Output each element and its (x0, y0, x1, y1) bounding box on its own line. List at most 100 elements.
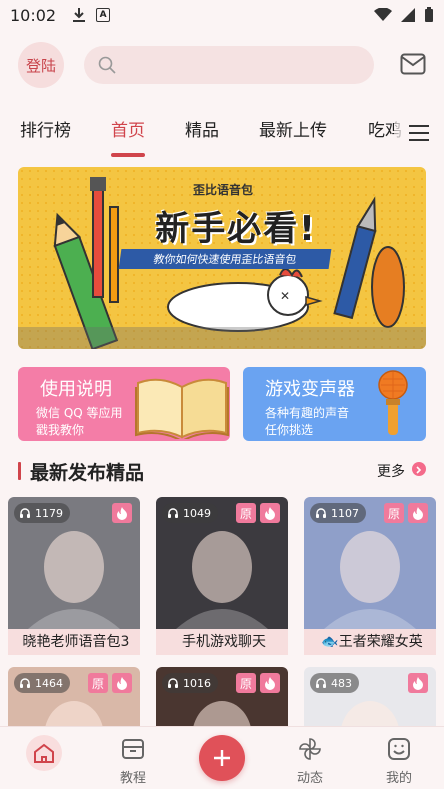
usage-guide-title: 使用说明 (40, 379, 112, 400)
nav-tutorial-label: 教程 (119, 771, 146, 786)
play-count: 1016 (183, 676, 211, 690)
hot-badge (112, 503, 132, 523)
nav-profile[interactable]: 我的 (364, 727, 434, 789)
nav-home[interactable] (9, 727, 79, 789)
smiley-icon (388, 738, 410, 760)
voice-changer-desc-line: 各种有趣的声音 (265, 406, 350, 420)
voice-pack-card[interactable]: 1107 原 🐟王者荣耀女英 (304, 497, 436, 655)
nav-feed-label: 动态 (296, 771, 323, 786)
voice-pack-thumbnail: 1049 原 (156, 497, 288, 629)
headphones-icon (316, 678, 326, 688)
hot-badge (260, 673, 280, 693)
download-icon (73, 8, 86, 22)
usage-guide-desc: 微信 QQ 等应用 戳我教你 (36, 405, 123, 439)
search-bar[interactable] (84, 46, 374, 84)
mail-icon[interactable] (400, 53, 426, 75)
play-count-badge: 1179 (14, 503, 70, 523)
login-button[interactable]: 登陆 (18, 42, 64, 88)
headphones-icon (316, 508, 326, 518)
flame-icon (413, 507, 423, 520)
nav-profile-label: 我的 (385, 771, 412, 786)
voice-pack-title: 手机游戏聊天 (156, 629, 288, 655)
play-count-badge: 1049 (162, 503, 218, 523)
section-accent-bar (18, 462, 21, 480)
category-tabs: 排行榜 首页 精品 最新上传 吃鸡 (0, 108, 444, 160)
headphones-icon (168, 678, 178, 688)
original-badge: 原 (88, 673, 108, 693)
play-count-badge: 1464 (14, 673, 70, 693)
nav-feed[interactable]: 动态 (275, 727, 345, 789)
create-button[interactable] (199, 735, 245, 781)
search-input[interactable] (124, 57, 344, 73)
original-badge: 原 (236, 673, 256, 693)
play-count-badge: 1016 (162, 673, 218, 693)
original-badge: 原 (384, 503, 404, 523)
section-title: 最新发布精品 (30, 462, 145, 484)
voice-pack-thumbnail: 1179 (8, 497, 140, 629)
voice-pack-title: 晓艳老师语音包3 (8, 629, 140, 655)
pinwheel-icon (299, 738, 321, 760)
svg-text:✕: ✕ (280, 289, 290, 303)
nav-tutorial[interactable]: 教程 (98, 727, 168, 789)
play-count: 1464 (35, 676, 63, 690)
active-tab-indicator (111, 153, 145, 157)
tab-featured[interactable]: 精品 (185, 116, 219, 141)
voice-changer-card[interactable]: 游戏变声器 各种有趣的声音 任你挑选 (243, 367, 426, 441)
more-link[interactable]: 更多 (377, 461, 405, 481)
hot-badge (260, 503, 280, 523)
search-icon (98, 56, 116, 74)
top-header: 登陆 (0, 40, 444, 90)
headphones-icon (20, 678, 30, 688)
usage-guide-desc-line: 微信 QQ 等应用 (36, 406, 123, 420)
voice-pack-thumbnail: 1107 原 (304, 497, 436, 629)
status-time: 10:02 (10, 5, 57, 25)
signal-icon (401, 8, 415, 22)
latest-section-header: 最新发布精品 更多 (0, 458, 444, 484)
voice-changer-desc-line: 任你挑选 (265, 423, 314, 437)
flame-icon (413, 677, 423, 690)
voice-pack-card[interactable]: 1179 晓艳老师语音包3 (8, 497, 140, 655)
hot-badge (408, 673, 428, 693)
original-badge: 原 (236, 503, 256, 523)
play-count: 1179 (35, 506, 63, 520)
plus-icon (214, 750, 230, 766)
flame-icon (117, 507, 127, 520)
play-count: 1049 (183, 506, 211, 520)
headphones-icon (20, 508, 30, 518)
usage-guide-desc-line: 戳我教你 (36, 423, 85, 437)
promo-banner[interactable]: ✕ 歪比语音包 新手必看! 教你如何快速使用歪比语音包 (18, 167, 426, 349)
voice-pack-card[interactable]: 1049 原手机游戏聊天 (156, 497, 288, 655)
play-count: 483 (331, 676, 352, 690)
app-notification-icon: A (96, 8, 111, 22)
box-icon (122, 739, 144, 759)
voice-changer-desc: 各种有趣的声音 任你挑选 (265, 405, 349, 439)
hot-badge (112, 673, 132, 693)
menu-icon (409, 125, 429, 141)
book-icon (135, 378, 229, 439)
tab-latest-upload[interactable]: 最新上传 (259, 116, 327, 141)
play-count-badge: 1107 (310, 503, 366, 523)
tab-home[interactable]: 首页 (111, 116, 145, 141)
status-bar: 10:02 A (0, 0, 444, 30)
tab-ranking[interactable]: 排行榜 (20, 116, 71, 141)
voice-pack-title: 🐟王者荣耀女英 (304, 629, 436, 655)
flame-icon (117, 677, 127, 690)
hot-badge (408, 503, 428, 523)
usage-guide-card[interactable]: 使用说明 微信 QQ 等应用 戳我教你 (18, 367, 230, 441)
tab-menu-button[interactable] (394, 108, 444, 158)
wifi-icon (374, 8, 392, 21)
microphone-icon (378, 370, 408, 435)
headphones-icon (168, 508, 178, 518)
banner-strip-text: 教你如何快速使用歪比语音包 (118, 249, 332, 269)
banner-title: 新手必看! (155, 209, 317, 249)
voice-changer-title: 游戏变声器 (265, 379, 355, 400)
play-count-badge: 483 (310, 673, 359, 693)
battery-icon (425, 7, 433, 22)
banner-subtitle: 歪比语音包 (193, 183, 254, 197)
chevron-right-icon[interactable] (412, 462, 426, 476)
flame-icon (265, 677, 275, 690)
play-count: 1107 (331, 506, 359, 520)
flame-icon (265, 507, 275, 520)
bottom-nav: 教程 动态 我的 (0, 726, 444, 789)
home-icon (26, 735, 62, 771)
